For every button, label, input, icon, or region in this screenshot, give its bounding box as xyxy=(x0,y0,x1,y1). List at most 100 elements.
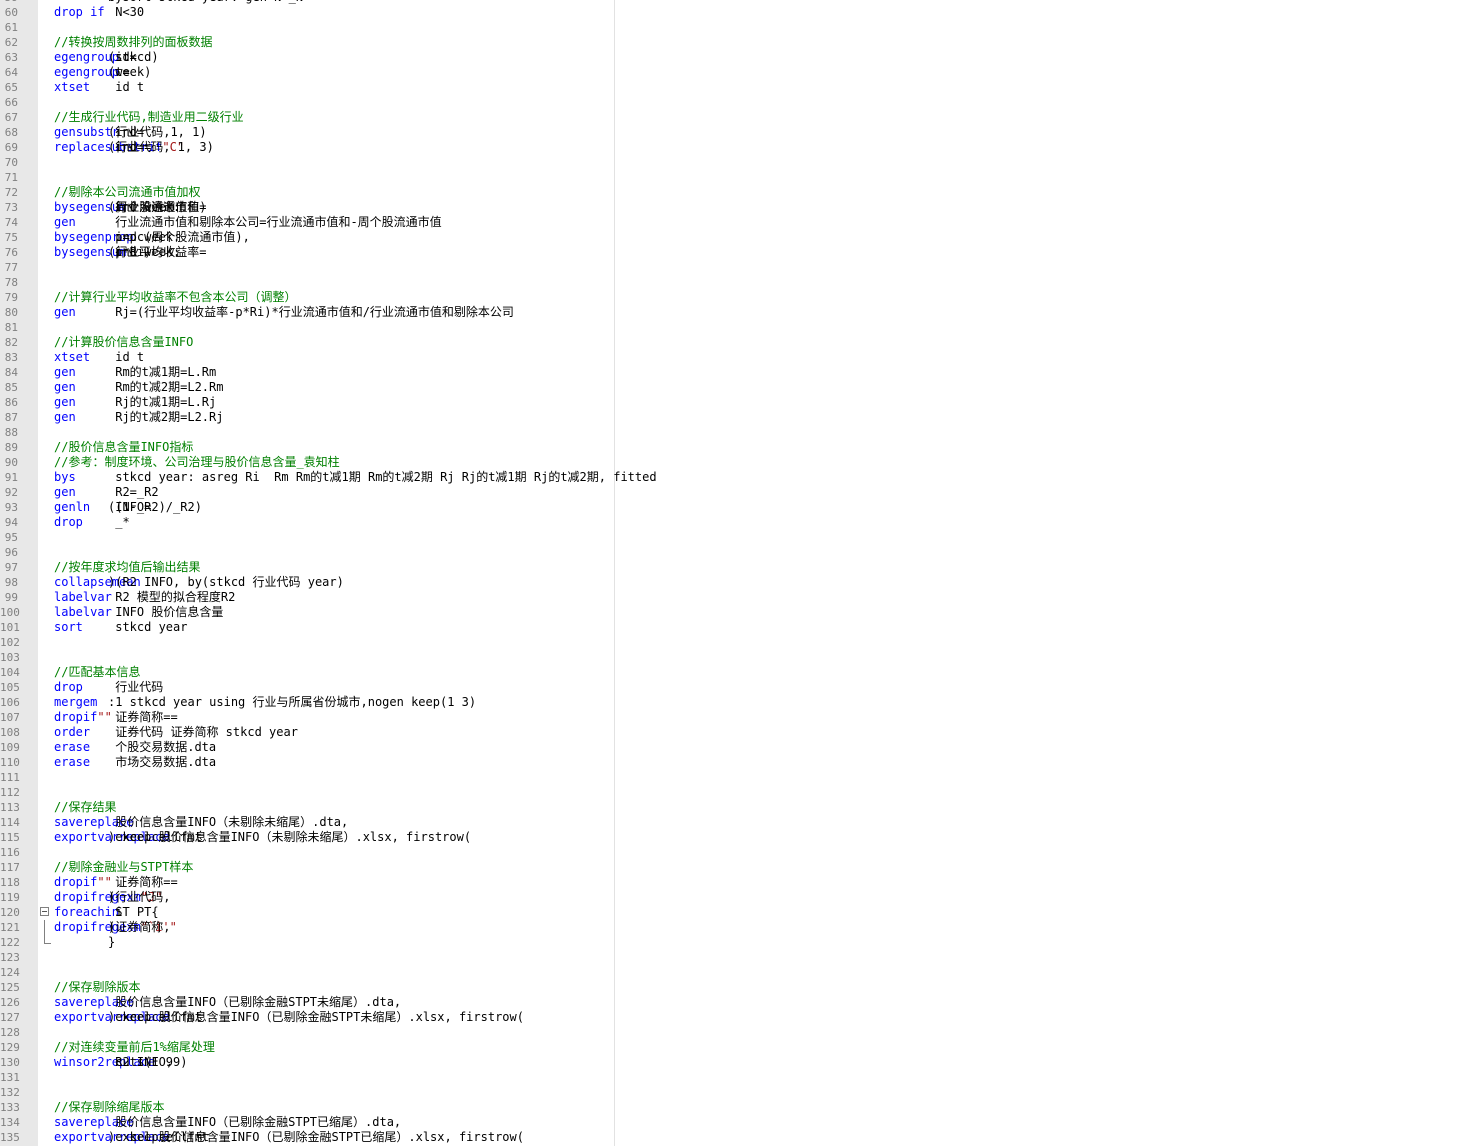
code-line[interactable]: 64 egen t= group (week) xyxy=(0,65,1464,80)
code-line[interactable]: 93 gen INFO= ln ((1-_R2)/_R2) xyxy=(0,500,1464,515)
code-text[interactable]: save 股价信息含量INFO（已剔除金融STPT已缩尾）.dta, repla… xyxy=(54,1115,401,1130)
code-line[interactable]: 65 xtset id t xyxy=(0,80,1464,95)
code-line[interactable]: 109 erase 个股交易数据.dta xyxy=(0,740,1464,755)
code-line[interactable]: 111 xyxy=(0,770,1464,785)
code-line[interactable]: 102 xyxy=(0,635,1464,650)
code-line[interactable]: 115 export excel 股价信息含量INFO（未剔除未缩尾）.xlsx,… xyxy=(0,830,1464,845)
code-line[interactable]: 86 gen Rj的t减1期=L.Rj xyxy=(0,395,1464,410)
code-line[interactable]: 123 xyxy=(0,950,1464,965)
code-line[interactable]: 105 drop 行业代码 xyxy=(0,680,1464,695)
code-line[interactable]: 72 //剔除本公司流通市值加权 xyxy=(0,185,1464,200)
code-text[interactable]: gen R2=_R2 xyxy=(54,485,159,500)
code-text[interactable]: label var INFO 股价信息含量 xyxy=(54,605,223,620)
code-line[interactable]: 104 //匹配基本信息 xyxy=(0,665,1464,680)
code-lines[interactable]: 59bysort stkcd year: gen N=_N60drop if N… xyxy=(0,0,1464,1145)
code-line[interactable]: 77 xyxy=(0,260,1464,275)
code-text[interactable]: drop if regexm (行业代码, "J") xyxy=(54,890,170,905)
code-text[interactable]: gen Rj=(行业平均收益率-p*Ri)*行业流通市值和/行业流通市值和剔除本… xyxy=(54,305,514,320)
code-line[interactable]: 112 xyxy=(0,785,1464,800)
code-line[interactable]: 60 drop if N<30 xyxy=(0,5,1464,20)
code-text[interactable]: gen Rj的t减2期=L2.Rj xyxy=(54,410,223,425)
code-line[interactable]: 120 foreach i in ST PT{ xyxy=(0,905,1464,920)
code-line[interactable]: 96 xyxy=(0,545,1464,560)
code-line[interactable]: 82 //计算股价信息含量INFO xyxy=(0,335,1464,350)
code-text[interactable]: //股价信息含量INFO指标 xyxy=(54,440,193,455)
code-text[interactable]: drop _* xyxy=(54,515,130,530)
code-text[interactable]: collapse (mean) R2 INFO, by(stkcd 行业代码 y… xyxy=(54,575,344,590)
code-line[interactable]: 132 xyxy=(0,1085,1464,1100)
code-text[interactable]: export excel 股价信息含量INFO（已剔除金融STPT未缩尾）.xl… xyxy=(54,1010,524,1025)
code-line[interactable]: 62 //转换按周数排列的面板数据 xyxy=(0,35,1464,50)
code-text[interactable]: export excel 股价信息含量INFO（已剔除金融STPT已缩尾）.xl… xyxy=(54,1130,524,1145)
code-text[interactable]: //对连续变量前后1%缩尾处理 xyxy=(54,1040,215,1055)
code-text[interactable]: winsor2 R2 INFO, replace cuts(1 99) xyxy=(54,1055,187,1070)
code-text[interactable]: //剔除本公司流通市值加权 xyxy=(54,185,200,200)
code-text[interactable]: gen Rm的t减1期=L.Rm xyxy=(54,365,216,380)
code-line[interactable]: 135 export excel 股价信息含量INFO（已剔除金融STPT已缩尾）… xyxy=(0,1130,1464,1145)
code-text[interactable]: drop if regexm (证券简称, "`i'") xyxy=(54,920,177,935)
code-line[interactable]: 66 xyxy=(0,95,1464,110)
code-line[interactable]: 87 gen Rj的t减2期=L2.Rj xyxy=(0,410,1464,425)
code-text[interactable]: bys ind week: egen 行业平均收益率= sum (p*Ri) xyxy=(54,245,206,260)
code-line[interactable]: 95 xyxy=(0,530,1464,545)
fold-collapse-icon[interactable] xyxy=(40,907,49,916)
code-line[interactable]: 114 save 股价信息含量INFO（未剔除未缩尾）.dta, replace xyxy=(0,815,1464,830)
code-line[interactable]: 121 drop if regexm (证券简称, "`i'") xyxy=(0,920,1464,935)
code-line[interactable]: 122} xyxy=(0,935,1464,950)
code-line[interactable]: 70 xyxy=(0,155,1464,170)
code-line[interactable]: 75 bys ind week: egen p=pc(周个股流通市值), prop xyxy=(0,230,1464,245)
code-text[interactable]: export excel 股价信息含量INFO（未剔除未缩尾）.xlsx, fi… xyxy=(54,830,471,845)
code-line[interactable]: 61 xyxy=(0,20,1464,35)
code-text[interactable]: save 股价信息含量INFO（未剔除未缩尾）.dta, replace xyxy=(54,815,348,830)
code-text[interactable]: label var R2 模型的拟合程度R2 xyxy=(54,590,235,605)
code-line[interactable]: 124 xyxy=(0,965,1464,980)
code-line[interactable]: 125 //保存剔除版本 xyxy=(0,980,1464,995)
code-line[interactable]: 81 xyxy=(0,320,1464,335)
code-line[interactable]: 99 label var R2 模型的拟合程度R2 xyxy=(0,590,1464,605)
code-text[interactable]: //匹配基本信息 xyxy=(54,665,140,680)
code-text[interactable]: drop 行业代码 xyxy=(54,680,163,695)
code-text[interactable]: drop if 证券简称== "" xyxy=(54,875,178,890)
code-line[interactable]: 68 gen ind= substr (行业代码,1, 1) xyxy=(0,125,1464,140)
code-line[interactable]: 129 //对连续变量前后1%缩尾处理 xyxy=(0,1040,1464,1055)
code-text[interactable]: //按年度求均值后输出结果 xyxy=(54,560,200,575)
code-line[interactable]: 85 gen Rm的t减2期=L2.Rm xyxy=(0,380,1464,395)
code-line[interactable]: 134 save 股价信息含量INFO（已剔除金融STPT已缩尾）.dta, re… xyxy=(0,1115,1464,1130)
code-text[interactable]: save 股价信息含量INFO（已剔除金融STPT未缩尾）.dta, repla… xyxy=(54,995,401,1010)
code-text[interactable]: //计算股价信息含量INFO xyxy=(54,335,193,350)
code-text[interactable]: sort stkcd year xyxy=(54,620,187,635)
code-line[interactable]: 79 //计算行业平均收益率不包含本公司（调整） xyxy=(0,290,1464,305)
code-line[interactable]: 69 replace ind= substr (行业代码, 1, 3) if ind=… xyxy=(0,140,1464,155)
code-line[interactable]: 100 label var INFO 股价信息含量 xyxy=(0,605,1464,620)
code-text[interactable]: //保存剔除缩尾版本 xyxy=(54,1100,164,1115)
code-text[interactable]: //剔除金融业与STPT样本 xyxy=(54,860,193,875)
code-text[interactable]: gen INFO= ln ((1-_R2)/_R2) xyxy=(54,500,202,515)
code-line[interactable]: 73 bys ind week: egen 行业流通市值和= sum (周个股流通市值… xyxy=(0,200,1464,215)
code-line[interactable]: 67 //生成行业代码,制造业用二级行业 xyxy=(0,110,1464,125)
code-text[interactable]: //转换按周数排列的面板数据 xyxy=(54,35,212,50)
code-text[interactable]: gen 行业流通市值和剔除本公司=行业流通市值和-周个股流通市值 xyxy=(54,215,442,230)
code-text[interactable]: drop if 证券简称== "" xyxy=(54,710,178,725)
code-line[interactable]: 133 //保存剔除缩尾版本 xyxy=(0,1100,1464,1115)
code-line[interactable]: 118 drop if 证券简称== "" xyxy=(0,875,1464,890)
code-text[interactable]: foreach i in ST PT{ xyxy=(54,905,159,920)
code-line[interactable]: 97 //按年度求均值后输出结果 xyxy=(0,560,1464,575)
code-text[interactable]: order 证券代码 证券简称 stkcd year xyxy=(54,725,298,740)
code-text[interactable]: bys ind week: egen 行业流通市值和= sum (周个股流通市值) xyxy=(54,200,206,215)
code-line[interactable]: 130 winsor2 R2 INFO, replace cuts(1 99) xyxy=(0,1055,1464,1070)
code-text[interactable]: egen t= group (week) xyxy=(54,65,151,80)
code-line[interactable]: 74 gen 行业流通市值和剔除本公司=行业流通市值和-周个股流通市值 xyxy=(0,215,1464,230)
code-line[interactable]: 91 bys stkcd year: asreg Ri Rm Rm的t减1期 Rm… xyxy=(0,470,1464,485)
code-line[interactable]: 110 erase 市场交易数据.dta xyxy=(0,755,1464,770)
code-text[interactable]: drop if N<30 xyxy=(54,5,144,20)
code-line[interactable]: 128 xyxy=(0,1025,1464,1040)
code-text[interactable]: //保存结果 xyxy=(54,800,116,815)
code-editor[interactable]: 59bysort stkcd year: gen N=_N60drop if N… xyxy=(0,0,1464,1146)
code-text[interactable]: erase 个股交易数据.dta xyxy=(54,740,216,755)
code-text[interactable]: egen id= group (stkcd) xyxy=(54,50,159,65)
code-line[interactable]: 88 xyxy=(0,425,1464,440)
code-text[interactable]: gen ind= substr (行业代码,1, 1) xyxy=(54,125,207,140)
code-line[interactable]: 98 collapse (mean) R2 INFO, by(stkcd 行业代码… xyxy=(0,575,1464,590)
code-text[interactable]: erase 市场交易数据.dta xyxy=(54,755,216,770)
code-text[interactable]: //生成行业代码,制造业用二级行业 xyxy=(54,110,244,125)
